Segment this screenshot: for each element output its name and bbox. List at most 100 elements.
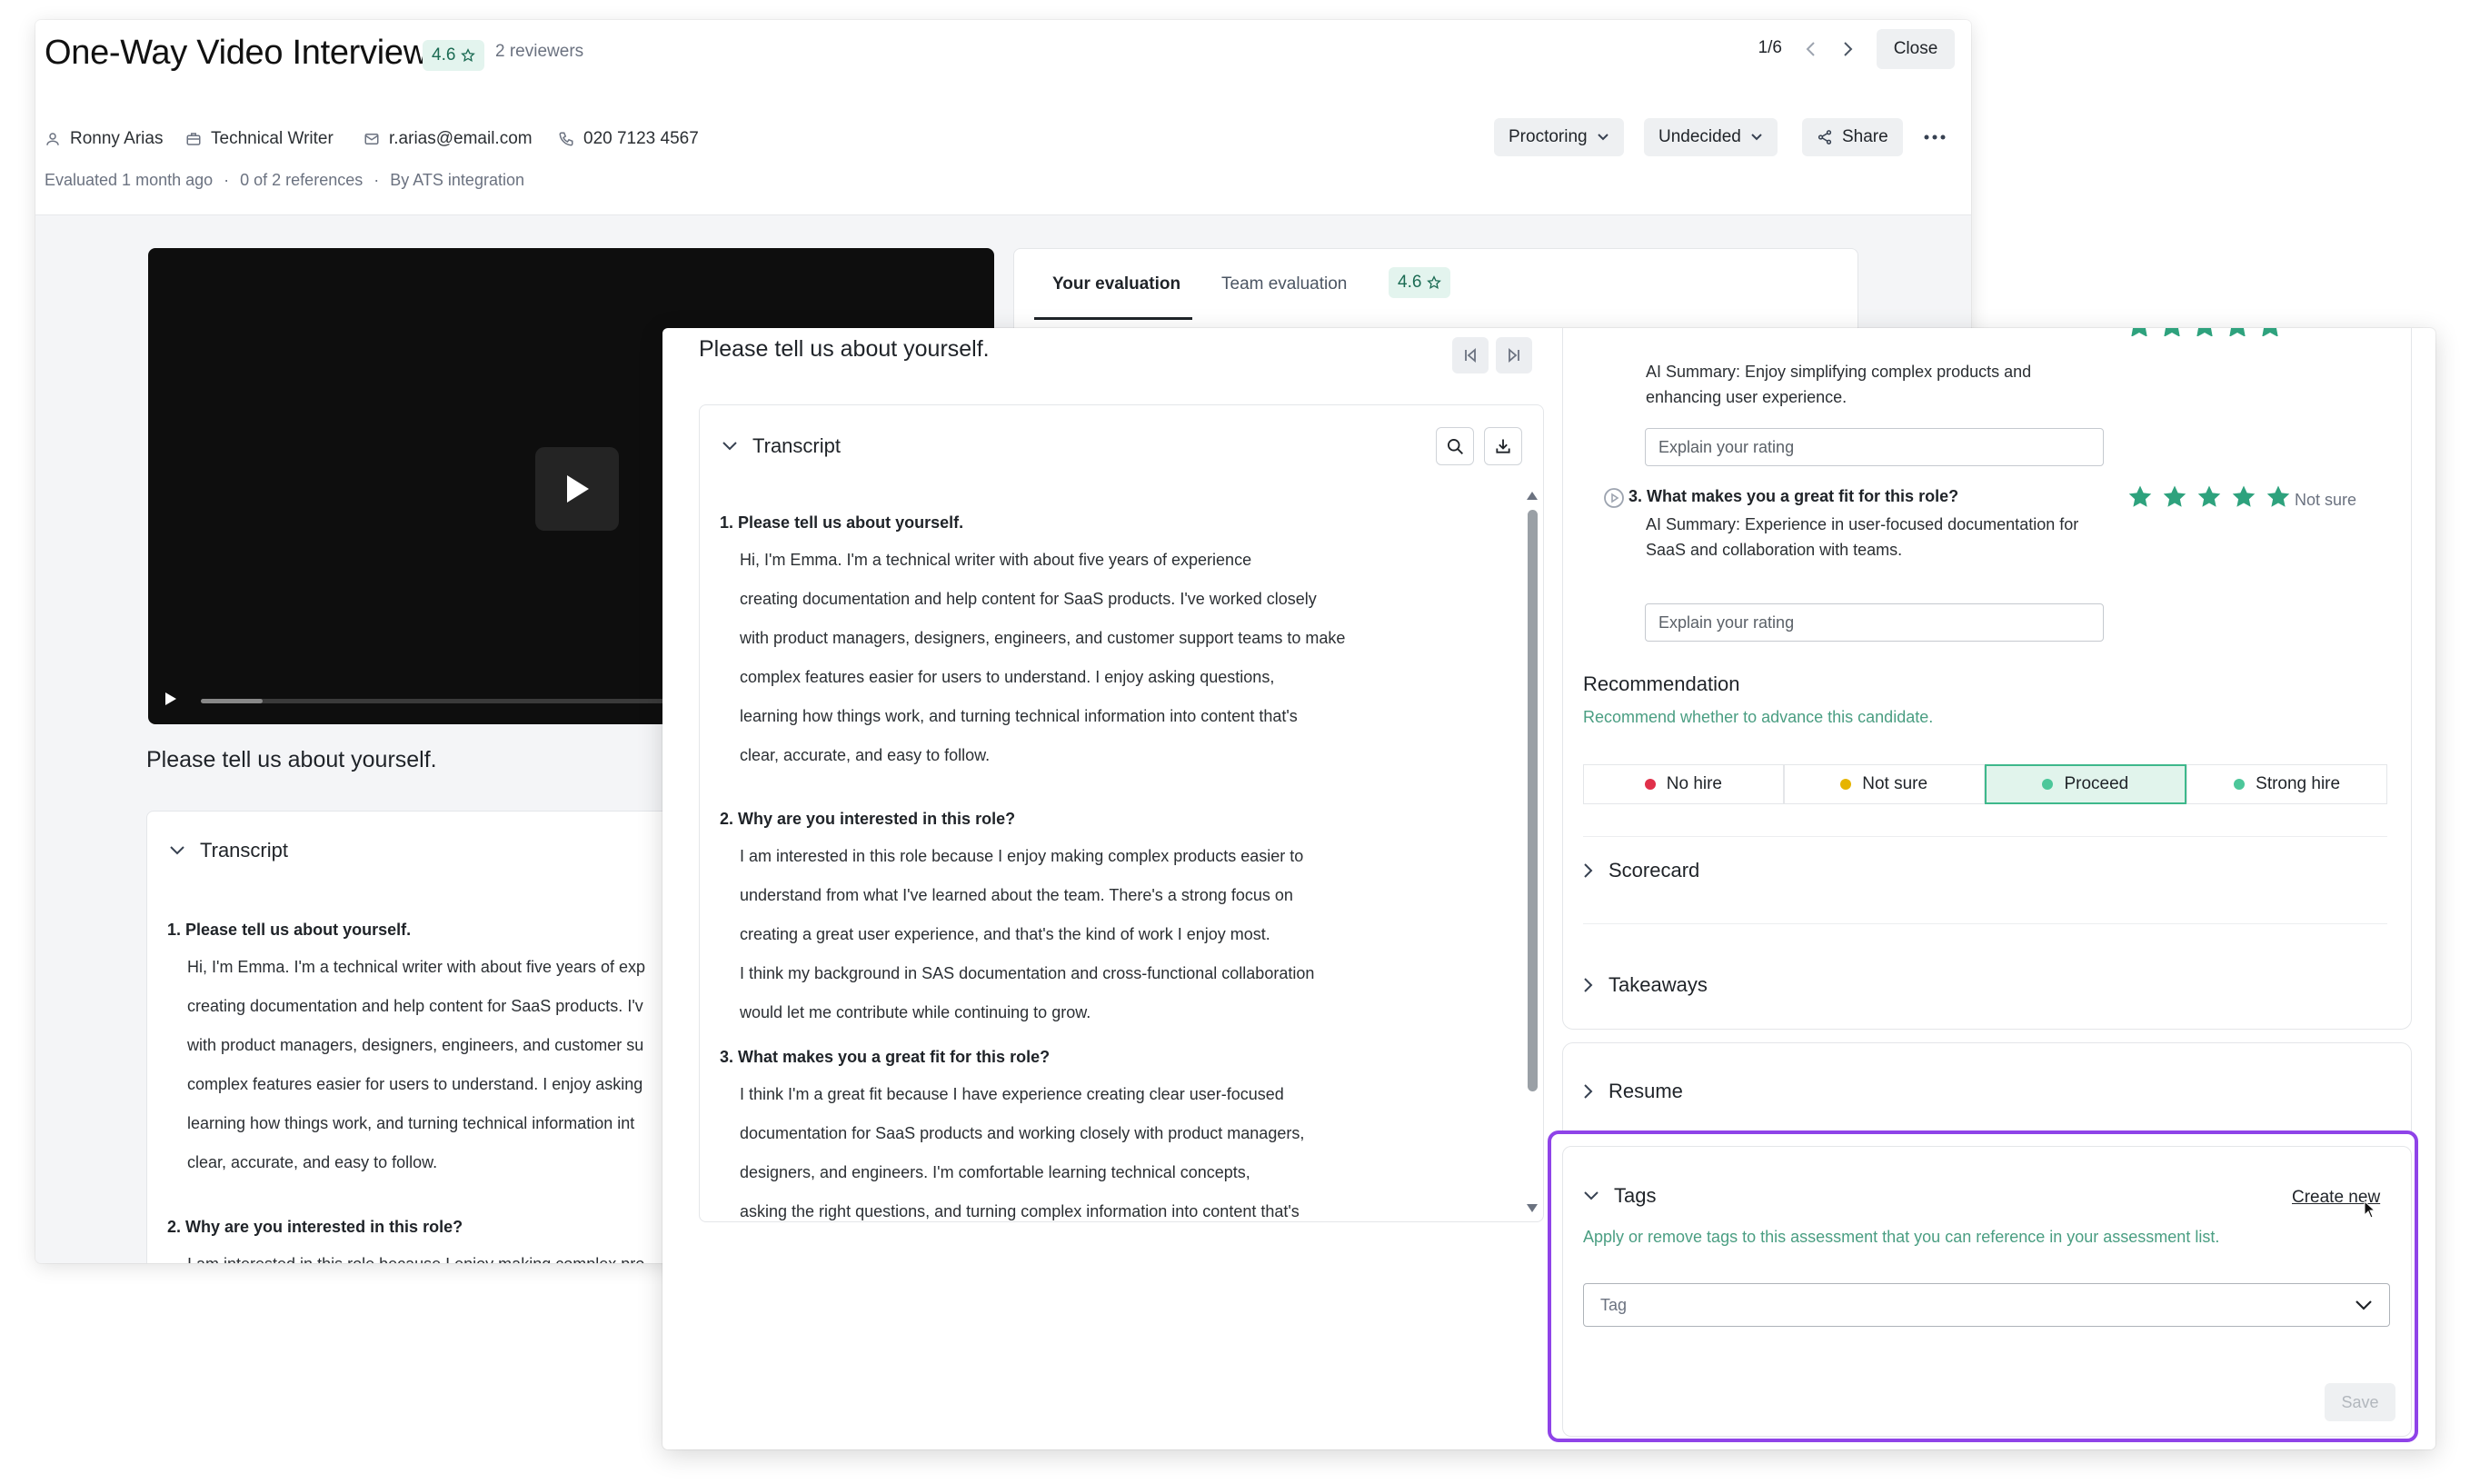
pager: 1/6 [1758, 38, 1782, 57]
transcript-question: 2. Why are you interested in this role? [720, 810, 1016, 828]
transcript-line: clear, accurate, and easy to follow. [187, 1153, 438, 1171]
tab-team-evaluation[interactable]: Team evaluation [1221, 274, 1347, 294]
play-circle-icon[interactable] [1603, 487, 1625, 509]
rec-option-label: No hire [1666, 774, 1722, 793]
q3-explain-input[interactable]: Explain your rating [1645, 603, 2104, 642]
candidate-name: Ronny Arias [45, 129, 163, 149]
transcript-panel: Transcript 1. Please tell us about yours… [699, 404, 1544, 1222]
person-icon [46, 133, 59, 145]
rec-option-not-sure[interactable]: Not sure [1783, 764, 1985, 804]
status-dot [2042, 779, 2054, 790]
rec-option-label: Not sure [1862, 774, 1928, 793]
star-icon[interactable] [2192, 328, 2217, 336]
chevron-right-icon [1584, 1084, 1593, 1099]
transcript-heading: Transcript [752, 434, 841, 457]
star-icon[interactable] [2161, 483, 2188, 511]
resume-card: Resume [1562, 1042, 2412, 1133]
recommendation-title: Recommendation [1583, 672, 1740, 695]
previous-question-icon[interactable] [1452, 337, 1489, 373]
transcript-toggle[interactable]: Transcript [722, 434, 841, 458]
meta-dot: · [224, 171, 230, 189]
scrollbar-thumb[interactable] [1528, 510, 1538, 1091]
back-header: One-Way Video Interview 4.6 2 reviewers … [35, 20, 1971, 215]
summary-line: SaaS and collaboration with teams. [1646, 541, 1903, 559]
star-icon[interactable] [2265, 483, 2292, 511]
share-icon [1818, 130, 1832, 144]
source-text: By ATS integration [390, 171, 524, 189]
proctoring-dropdown[interactable]: Proctoring [1494, 118, 1624, 156]
prev-arrow-icon[interactable] [1798, 33, 1824, 65]
scroll-up-icon[interactable] [1526, 490, 1539, 501]
transcript-line: learning how things work, and turning te… [187, 1114, 635, 1132]
more-options-icon[interactable] [1915, 118, 1955, 156]
transcript-line: I am interested in this role because I e… [187, 1245, 644, 1263]
scorecard-toggle[interactable]: Scorecard [1583, 859, 1699, 882]
chevron-right-icon [1584, 863, 1593, 878]
current-question: Please tell us about yourself. [699, 336, 990, 362]
transcript-line: documentation for SaaS products and work… [740, 1124, 1305, 1142]
star-icon[interactable] [2126, 483, 2154, 511]
references-link[interactable]: 0 of 2 references [240, 171, 363, 190]
q2-ai-summary: AI Summary: Enjoy simplifying complex pr… [1646, 359, 2031, 410]
candidate-role-text: Technical Writer [211, 129, 334, 148]
star-icon[interactable] [2230, 483, 2257, 511]
save-button[interactable]: Save [2325, 1383, 2395, 1421]
transcript-heading: Transcript [200, 839, 288, 862]
chevron-down-icon [170, 846, 184, 855]
candidate-email-text[interactable]: r.arias@email.com [389, 129, 533, 149]
resume-toggle[interactable]: Resume [1583, 1080, 1683, 1103]
star-outline-icon [1427, 275, 1442, 289]
close-button[interactable]: Close [1877, 29, 1955, 69]
transcript-answer: I am interested in this role because I e… [740, 837, 1314, 1032]
tab-your-evaluation[interactable]: Your evaluation [1052, 274, 1180, 294]
tags-card: Tags Create new Apply or remove tags to … [1562, 1146, 2412, 1437]
proctoring-label: Proctoring [1509, 127, 1588, 146]
rating-value: 4.6 [432, 45, 456, 65]
transcript-line: understand from what I've learned about … [740, 886, 1293, 904]
play-icon[interactable] [535, 447, 619, 531]
transcript-line: Hi, I'm Emma. I'm a technical writer wit… [740, 551, 1252, 569]
chevron-down-icon [1597, 134, 1608, 141]
tags-toggle[interactable]: Tags [1583, 1184, 1656, 1208]
q2-star-rating[interactable] [2126, 328, 2283, 336]
transcript-scrollbar[interactable] [1526, 490, 1539, 1217]
tags-description: Apply or remove tags to this assessment … [1583, 1228, 2220, 1246]
rec-option-no-hire[interactable]: No hire [1583, 764, 1784, 804]
evaluated-time: Evaluated 1 month ago [45, 171, 214, 189]
star-icon[interactable] [2196, 483, 2223, 511]
next-arrow-icon[interactable] [1835, 33, 1860, 65]
tag-select[interactable]: Tag [1583, 1283, 2390, 1327]
transcript-toggle[interactable]: Transcript [169, 839, 288, 862]
scroll-down-icon[interactable] [1526, 1203, 1539, 1214]
transcript-line: with product managers, designers, engine… [187, 1036, 644, 1054]
share-button[interactable]: Share [1802, 118, 1903, 156]
reviewers-count[interactable]: 2 reviewers [495, 42, 583, 62]
transcript-line: I think my background in SAS documentati… [740, 964, 1315, 982]
play-small-icon[interactable] [164, 692, 177, 706]
team-rating-value: 4.6 [1398, 273, 1422, 292]
star-icon[interactable] [2225, 328, 2250, 336]
star-icon[interactable] [2257, 328, 2283, 336]
candidate-phone-text[interactable]: 020 7123 4567 [583, 129, 699, 149]
star-icon[interactable] [2159, 328, 2185, 336]
decision-dropdown[interactable]: Undecided [1644, 118, 1778, 156]
transcript-line: learning how things work, and turning te… [740, 707, 1298, 725]
takeaways-toggle[interactable]: Takeaways [1583, 973, 1708, 997]
decision-label: Undecided [1658, 127, 1741, 146]
rec-option-strong-hire[interactable]: Strong hire [2186, 764, 2387, 804]
candidate-email[interactable]: r.arias@email.com [364, 129, 533, 149]
transcript-line: complex features easier for users to und… [187, 1075, 643, 1093]
search-icon[interactable] [1436, 427, 1474, 465]
star-icon[interactable] [2126, 328, 2152, 336]
recommendation-options: No hire Not sure Proceed Strong hire [1583, 764, 2387, 804]
transcript-line: I am interested in this role because I e… [740, 847, 1304, 865]
candidate-phone[interactable]: 020 7123 4567 [558, 129, 699, 149]
next-question-icon[interactable] [1496, 337, 1532, 373]
phone-icon [559, 132, 573, 146]
download-icon[interactable] [1484, 427, 1522, 465]
tags-title: Tags [1614, 1184, 1657, 1207]
meta-dot: · [373, 171, 380, 189]
q3-star-rating[interactable] [2126, 483, 2292, 511]
q2-explain-input[interactable]: Explain your rating [1645, 428, 2104, 466]
rec-option-proceed[interactable]: Proceed [1984, 764, 2187, 804]
